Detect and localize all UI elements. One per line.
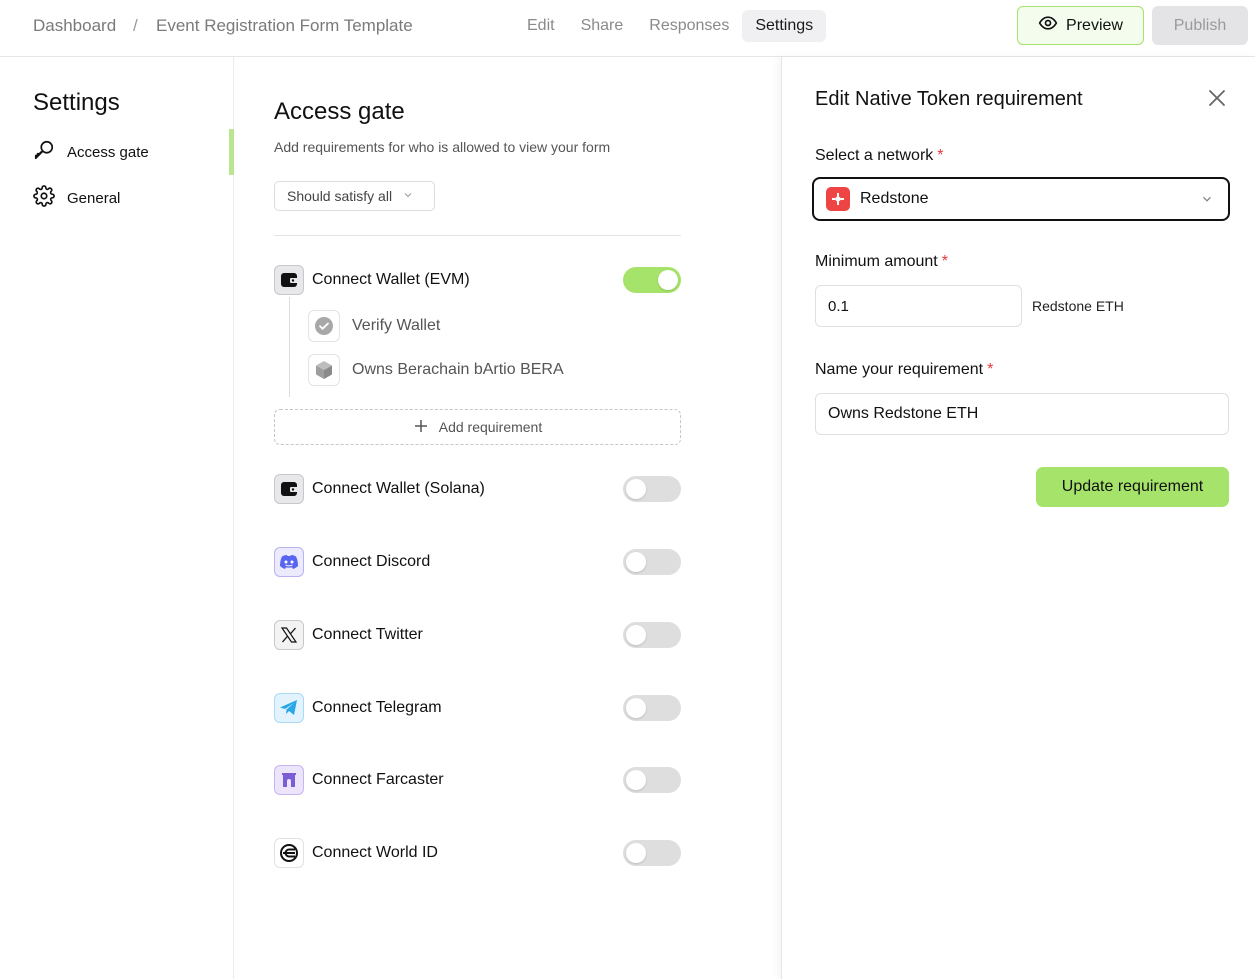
sidebar-item-access-gate[interactable]: Access gate — [33, 140, 149, 164]
min-amount-unit: Redstone ETH — [1032, 298, 1124, 314]
required-marker: * — [937, 147, 944, 164]
tab-responses[interactable]: Responses — [636, 10, 742, 42]
page-title: Access gate — [274, 98, 405, 125]
requirement-row-telegram: Connect Telegram — [274, 693, 681, 723]
panel-title: Edit Native Token requirement — [815, 88, 1083, 110]
divider — [274, 235, 681, 236]
toggle-knob — [626, 625, 646, 645]
tree-line — [289, 297, 290, 397]
publish-button[interactable]: Publish — [1152, 6, 1248, 45]
requirement-name-label: Name your requirement * — [815, 361, 993, 379]
add-requirement-label: Add requirement — [438, 419, 543, 435]
chevron-down-icon — [402, 188, 414, 204]
requirement-row-wallet-evm: Connect Wallet (EVM) — [274, 265, 681, 295]
network-value: Redstone — [860, 190, 929, 207]
requirement-row-discord: Connect Discord — [274, 547, 681, 577]
sub-requirement-label: Owns Berachain bArtio BERA — [352, 361, 564, 378]
wallet-icon — [274, 474, 304, 504]
tab-edit[interactable]: Edit — [514, 10, 568, 42]
top-bar: Dashboard / Event Registration Form Temp… — [0, 0, 1255, 57]
farcaster-icon — [274, 765, 304, 795]
requirement-label: Connect Wallet (EVM) — [312, 271, 470, 288]
sidebar-item-general[interactable]: General — [33, 185, 121, 211]
toggle-wallet-solana[interactable] — [623, 476, 681, 502]
cube-icon — [308, 354, 340, 386]
satisfy-mode-select[interactable]: Should satisfy all — [274, 181, 435, 211]
min-amount-label-text: Minimum amount — [815, 253, 938, 270]
network-label-text: Select a network — [815, 147, 934, 164]
network-label: Select a network * — [815, 147, 944, 165]
x-twitter-icon — [274, 620, 304, 650]
top-tabs: Edit Share Responses Settings — [514, 10, 827, 42]
update-requirement-button[interactable]: Update requirement — [1036, 467, 1229, 507]
sub-requirement-verify-wallet[interactable]: Verify Wallet — [308, 310, 440, 342]
requirement-row-farcaster: Connect Farcaster — [274, 765, 681, 795]
toggle-knob — [626, 479, 646, 499]
add-requirement-button[interactable]: Add requirement — [274, 409, 681, 445]
redstone-icon — [826, 187, 850, 211]
sub-requirement-label: Verify Wallet — [352, 317, 441, 334]
requirement-label: Connect Discord — [312, 553, 431, 570]
toggle-telegram[interactable] — [623, 695, 681, 721]
toggle-twitter[interactable] — [623, 622, 681, 648]
requirement-label: Connect World ID — [312, 844, 438, 861]
sub-requirement-owns-bera[interactable]: Owns Berachain bArtio BERA — [308, 354, 564, 386]
preview-button[interactable]: Preview — [1017, 6, 1144, 45]
worldid-icon — [274, 838, 304, 868]
requirement-label: Connect Telegram — [312, 699, 442, 716]
toggle-knob — [626, 552, 646, 572]
chevron-down-icon — [1200, 192, 1214, 211]
toggle-discord[interactable] — [623, 549, 681, 575]
sidebar-item-label: General — [67, 189, 121, 207]
toggle-worldid[interactable] — [623, 840, 681, 866]
tab-share[interactable]: Share — [568, 10, 637, 42]
min-amount-input[interactable] — [815, 285, 1022, 327]
wallet-icon — [274, 265, 304, 295]
satisfy-mode-value: Should satisfy all — [287, 188, 393, 204]
sidebar-item-label: Access gate — [67, 143, 149, 161]
required-marker: * — [941, 253, 948, 270]
requirement-label: Connect Twitter — [312, 626, 423, 643]
telegram-icon — [274, 693, 304, 723]
gear-icon — [33, 185, 55, 211]
breadcrumb-separator: / — [133, 16, 138, 35]
requirement-label: Connect Wallet (Solana) — [312, 480, 485, 497]
close-icon — [1206, 90, 1228, 113]
verified-badge-icon — [308, 310, 340, 342]
requirement-row-twitter: Connect Twitter — [274, 620, 681, 650]
toggle-knob — [658, 270, 678, 290]
tab-settings[interactable]: Settings — [742, 10, 827, 42]
key-icon — [33, 139, 55, 165]
requirement-row-wallet-solana: Connect Wallet (Solana) — [274, 474, 681, 504]
close-button[interactable] — [1206, 87, 1228, 109]
requirement-row-worldid: Connect World ID — [274, 838, 681, 868]
access-gate-section: Access gate Add requirements for who is … — [234, 57, 781, 979]
toggle-knob — [626, 843, 646, 863]
breadcrumb-dashboard[interactable]: Dashboard — [33, 16, 116, 36]
edit-requirement-panel: Edit Native Token requirement Select a n… — [781, 57, 1255, 979]
sidebar-title: Settings — [33, 89, 120, 116]
plus-icon — [413, 418, 429, 437]
requirement-name-label-text: Name your requirement — [815, 361, 984, 378]
preview-label: Preview — [1066, 16, 1123, 34]
min-amount-label: Minimum amount * — [815, 253, 948, 271]
network-select[interactable]: Redstone — [812, 177, 1230, 221]
requirement-label: Connect Farcaster — [312, 771, 444, 788]
page-subtitle: Add requirements for who is allowed to v… — [274, 139, 611, 155]
toggle-knob — [626, 698, 646, 718]
toggle-knob — [626, 770, 646, 790]
eye-icon — [1038, 13, 1058, 38]
discord-icon — [274, 547, 304, 577]
requirement-name-input[interactable] — [815, 393, 1229, 435]
breadcrumb-form-title: Event Registration Form Template — [156, 16, 413, 35]
settings-sidebar: Settings Access gate General — [0, 57, 234, 979]
toggle-wallet-evm[interactable] — [623, 267, 681, 293]
toggle-farcaster[interactable] — [623, 767, 681, 793]
required-marker: * — [987, 361, 994, 378]
